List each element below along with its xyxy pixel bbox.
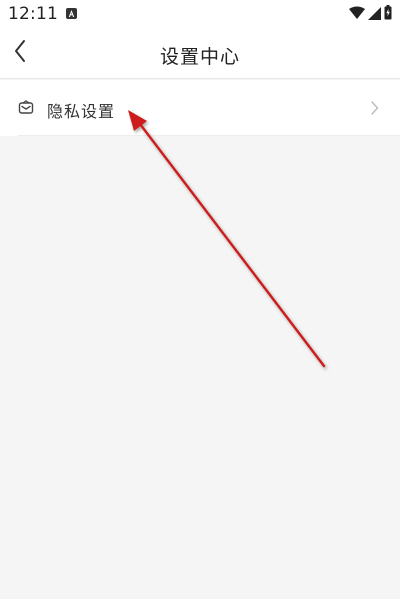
header-bar: 设置中心 [0, 28, 400, 79]
page-title: 设置中心 [159, 46, 240, 68]
chevron-right-icon [370, 99, 380, 117]
status-icons [349, 4, 392, 24]
signal-icon [368, 5, 381, 24]
menu-item-privacy-settings[interactable]: 隐私设置 [0, 80, 400, 136]
envelope-icon [18, 100, 34, 116]
content-area [0, 136, 400, 599]
status-bar: 12:11 [0, 0, 400, 28]
battery-icon [384, 4, 392, 24]
a-notification-icon [66, 8, 77, 19]
status-time: 12:11 [8, 4, 58, 24]
menu-item-label: 隐私设置 [47, 102, 116, 121]
wifi-icon [349, 5, 365, 24]
